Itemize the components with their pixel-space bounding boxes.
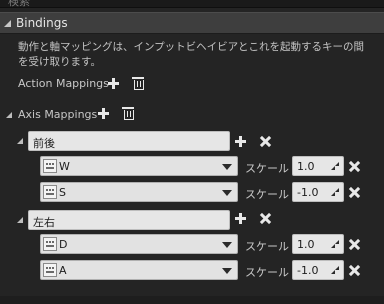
chevron-down-icon: [222, 164, 232, 170]
remove-key-cross-icon[interactable]: [349, 265, 360, 276]
remove-key-cross-icon[interactable]: [349, 239, 360, 250]
category-title: Bindings: [16, 16, 68, 30]
spin-handle-icon[interactable]: [331, 188, 339, 196]
description-line-2: を受け取ります。: [18, 56, 101, 68]
scale-value: -1.0: [297, 264, 319, 277]
scale-label: スケール: [245, 266, 289, 279]
group-2-expand-icon[interactable]: [17, 217, 23, 223]
collapse-arrow-icon[interactable]: [4, 20, 11, 27]
add-axis-mapping-plus-icon[interactable]: [98, 108, 109, 119]
delete-action-mappings-trash-icon[interactable]: [132, 77, 144, 90]
key-select-value: A: [59, 264, 67, 277]
spin-handle-icon[interactable]: [331, 240, 339, 248]
scale-value: 1.0: [297, 238, 315, 251]
keyboard-icon: [43, 263, 57, 277]
search-placeholder: 検索: [8, 0, 30, 8]
axis-name-input-1[interactable]: 前後: [28, 131, 230, 151]
key-select-s[interactable]: S: [40, 182, 238, 202]
scale-value: -1.0: [297, 186, 319, 199]
keyboard-icon: [43, 159, 57, 173]
add-key-plus-icon[interactable]: [235, 213, 246, 224]
key-select-w[interactable]: W: [40, 156, 238, 176]
search-box[interactable]: 検索: [0, 0, 384, 8]
add-action-mapping-plus-icon[interactable]: [108, 78, 119, 89]
key-select-value: S: [59, 186, 66, 199]
keyboard-icon: [43, 185, 57, 199]
remove-axis-cross-icon[interactable]: [260, 213, 271, 224]
spin-handle-icon[interactable]: [331, 266, 339, 274]
scale-value: 1.0: [297, 160, 315, 173]
scale-label: スケール: [245, 188, 289, 201]
key-select-d[interactable]: D: [40, 234, 238, 254]
keyboard-icon: [43, 237, 57, 251]
remove-key-cross-icon[interactable]: [349, 161, 360, 172]
delete-axis-mappings-trash-icon[interactable]: [122, 107, 134, 120]
spin-handle-icon[interactable]: [331, 162, 339, 170]
scale-label: スケール: [245, 162, 289, 175]
action-mappings-label: Action Mappings: [18, 77, 109, 90]
chevron-down-icon: [222, 242, 232, 248]
description-line-1: 動作と軸マッピングは、インプットビヘイビアとこれを起動するキーの間: [18, 41, 364, 53]
group-1-expand-icon[interactable]: [17, 138, 23, 144]
scale-input-w[interactable]: 1.0: [292, 156, 344, 176]
scale-label: スケール: [245, 240, 289, 253]
axis-mappings-expand-icon[interactable]: [6, 112, 12, 118]
scale-input-d[interactable]: 1.0: [292, 234, 344, 254]
remove-axis-cross-icon[interactable]: [260, 136, 271, 147]
remove-key-cross-icon[interactable]: [349, 187, 360, 198]
chevron-down-icon: [222, 190, 232, 196]
add-key-plus-icon[interactable]: [235, 136, 246, 147]
axis-mappings-label: Axis Mappings: [18, 108, 98, 121]
scale-input-a[interactable]: -1.0: [292, 260, 344, 280]
key-select-value: W: [59, 160, 70, 173]
bindings-description: 動作と軸マッピングは、インプットビヘイビアとこれを起動するキーの間 を受け取りま…: [18, 40, 384, 70]
axis-name-input-2[interactable]: 左右: [28, 210, 230, 230]
bindings-category-header[interactable]: Bindings: [0, 12, 384, 34]
key-select-a[interactable]: A: [40, 260, 238, 280]
scale-input-s[interactable]: -1.0: [292, 182, 344, 202]
chevron-down-icon: [222, 268, 232, 274]
bottom-divider: [0, 296, 384, 304]
key-select-value: D: [59, 238, 68, 251]
